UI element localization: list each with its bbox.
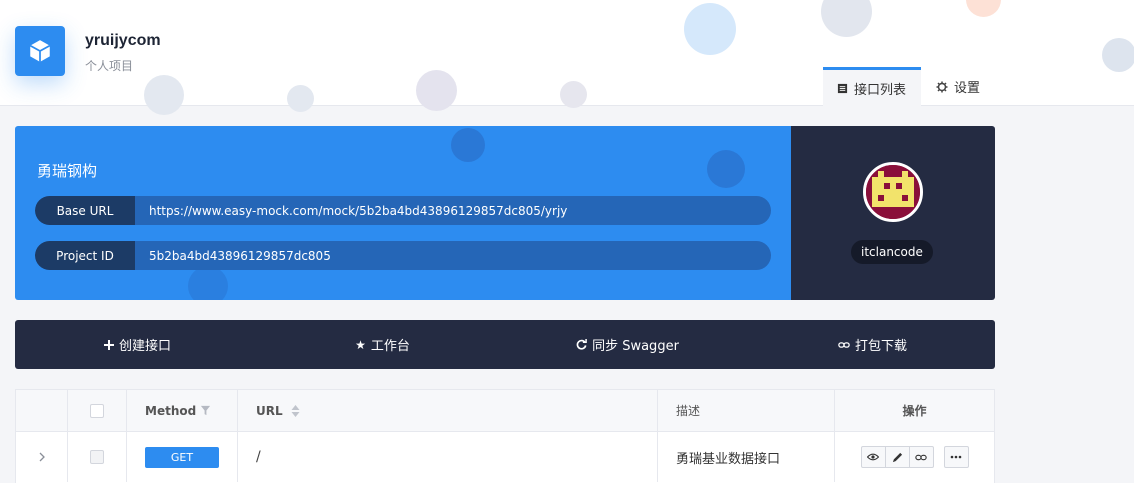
tab-label: 接口列表 xyxy=(854,82,907,98)
decorative-bubble xyxy=(416,70,457,111)
list-icon xyxy=(837,83,848,93)
tab-api-list[interactable]: 接口列表 xyxy=(823,67,921,106)
copy-link-button[interactable] xyxy=(908,446,934,468)
row-actions xyxy=(860,446,934,468)
owner-card: itclancode xyxy=(791,126,995,300)
ops-header-label: 操作 xyxy=(902,404,927,418)
decorative-bubble xyxy=(451,128,485,162)
decorative-bubble xyxy=(1102,38,1134,72)
select-cell xyxy=(68,432,127,482)
decorative-bubble xyxy=(560,81,587,108)
decorative-bubble xyxy=(188,266,228,300)
method-header: Method xyxy=(127,390,238,431)
project-subtitle: 个人项目 xyxy=(85,59,134,73)
star-icon: ★ xyxy=(355,337,366,352)
base-url-label: Base URL xyxy=(35,196,135,225)
project-name: yruijycom xyxy=(85,32,161,49)
filter-icon[interactable] xyxy=(200,405,211,416)
row-checkbox[interactable] xyxy=(90,450,104,464)
sync-swagger-button[interactable]: 同步 Swagger xyxy=(505,320,750,369)
project-logo xyxy=(15,26,65,76)
decorative-bubble xyxy=(684,3,736,55)
preview-button[interactable] xyxy=(860,446,886,468)
sync-swagger-label: 同步 Swagger xyxy=(592,339,679,354)
project-id-row[interactable]: Project ID 5b2ba4bd43896129857dc805 xyxy=(35,241,771,270)
cube-icon xyxy=(29,40,51,62)
tab-settings[interactable]: 设置 xyxy=(922,67,994,106)
decorative-bubble xyxy=(287,85,314,112)
desc-value: 勇瑞基业数据接口 xyxy=(676,451,781,467)
action-toolbar: 创建接口 ★ 工作台 同步 Swagger 打包下载 xyxy=(15,320,995,369)
api-table: Method URL 描述 操作 GET / 勇瑞基业数据接口 xyxy=(15,389,995,483)
download-package-label: 打包下载 xyxy=(854,339,907,354)
project-id-label: Project ID xyxy=(35,241,135,270)
download-package-button[interactable]: 打包下载 xyxy=(750,320,995,369)
decorative-bubble xyxy=(707,150,745,188)
project-title: 勇瑞钢构 xyxy=(37,162,98,180)
plus-icon xyxy=(103,339,114,350)
create-api-label: 创建接口 xyxy=(118,339,171,354)
base-url-value[interactable]: https://www.easy-mock.com/mock/5b2ba4bd4… xyxy=(135,204,567,218)
method-badge: GET xyxy=(145,446,219,468)
project-id-value[interactable]: 5b2ba4bd43896129857dc805 xyxy=(135,249,331,263)
pixel-face-icon xyxy=(866,165,920,219)
method-cell: GET xyxy=(127,432,238,482)
more-icon xyxy=(950,455,962,459)
pencil-icon xyxy=(892,452,902,462)
link-icon xyxy=(915,454,927,460)
avatar[interactable] xyxy=(863,162,923,222)
table-row[interactable]: GET / 勇瑞基业数据接口 xyxy=(16,432,994,482)
base-url-row[interactable]: Base URL https://www.easy-mock.com/mock/… xyxy=(35,196,771,225)
create-api-button[interactable]: 创建接口 xyxy=(15,320,260,369)
more-actions-button[interactable] xyxy=(943,446,969,468)
workbench-label: 工作台 xyxy=(370,339,410,354)
url-cell: / xyxy=(238,432,658,482)
desc-header: 描述 xyxy=(658,390,835,431)
desc-header-label: 描述 xyxy=(676,404,701,418)
url-header-label: URL xyxy=(256,403,283,418)
sort-icon[interactable] xyxy=(291,404,300,417)
eye-icon xyxy=(867,453,879,461)
ops-header: 操作 xyxy=(835,390,994,431)
owner-username[interactable]: itclancode xyxy=(851,240,933,264)
project-info-card: 勇瑞钢构 Base URL https://www.easy-mock.com/… xyxy=(15,126,791,300)
link-icon xyxy=(838,341,850,348)
ops-cell xyxy=(835,432,994,482)
expand-header-cell xyxy=(16,390,68,431)
select-all-cell xyxy=(68,390,127,431)
url-value[interactable]: / xyxy=(256,449,261,465)
tab-label: 设置 xyxy=(954,81,981,96)
gear-icon xyxy=(936,81,948,92)
method-header-label: Method xyxy=(145,403,197,418)
table-header: Method URL 描述 操作 xyxy=(16,390,994,432)
desc-cell: 勇瑞基业数据接口 xyxy=(658,432,835,482)
edit-button[interactable] xyxy=(884,446,910,468)
url-header: URL xyxy=(238,390,658,431)
chevron-right-icon[interactable] xyxy=(38,452,46,462)
workbench-button[interactable]: ★ 工作台 xyxy=(260,320,505,369)
decorative-bubble xyxy=(144,75,184,115)
expand-cell xyxy=(16,432,68,482)
sync-icon xyxy=(576,339,587,350)
select-all-checkbox[interactable] xyxy=(90,403,104,418)
